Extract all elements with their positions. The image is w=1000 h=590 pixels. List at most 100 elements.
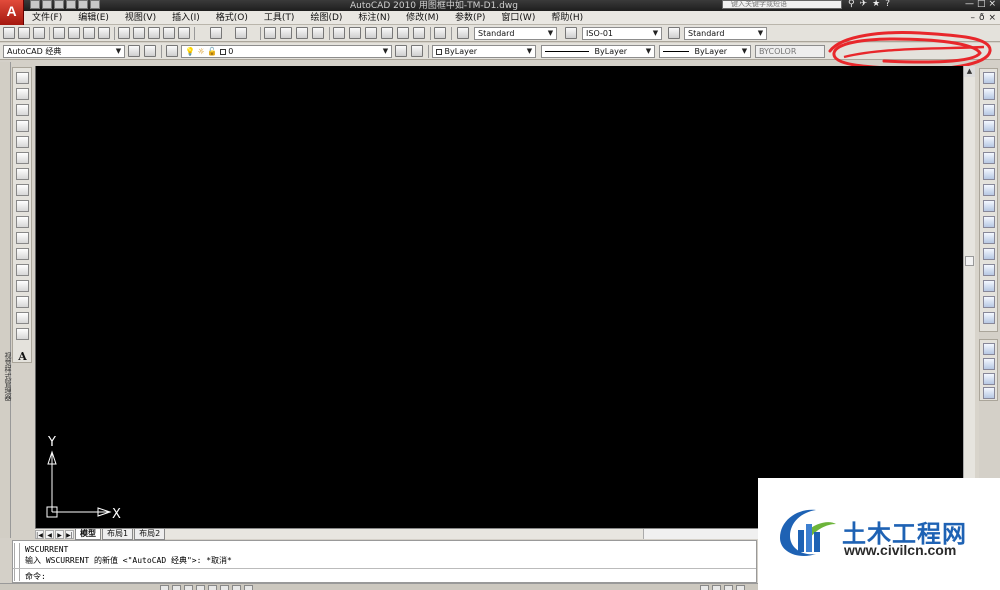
trim-icon[interactable] (983, 216, 995, 228)
dynamic-input-icon[interactable] (232, 585, 241, 590)
extend-icon[interactable] (983, 232, 995, 244)
plot-preview-icon[interactable] (68, 27, 80, 39)
doc-restore-button[interactable]: ð (979, 13, 985, 23)
point-icon[interactable] (16, 280, 29, 292)
zoom-status-icon[interactable] (736, 585, 745, 590)
menu-window[interactable]: 窗口(W) (493, 11, 543, 24)
join-icon[interactable] (983, 280, 995, 292)
copy-icon[interactable] (133, 27, 145, 39)
dimension-style-select[interactable]: ISO-01 ▼ (582, 27, 662, 40)
table-style-icon[interactable] (668, 27, 680, 39)
help-search-input[interactable]: 键入关键字或短语 (722, 0, 842, 9)
gradient-icon[interactable] (16, 312, 29, 324)
pan-status-icon[interactable] (724, 585, 733, 590)
chamfer-icon[interactable] (983, 296, 995, 308)
offset-icon[interactable] (983, 120, 995, 132)
new-file-icon[interactable] (30, 0, 40, 9)
grid-display-icon[interactable] (172, 585, 181, 590)
menu-tools[interactable]: 工具(T) (256, 11, 303, 24)
design-center-icon[interactable] (349, 27, 361, 39)
line-icon[interactable] (16, 72, 29, 84)
redo-icon[interactable] (78, 0, 88, 9)
region-icon[interactable] (16, 328, 29, 340)
move-icon[interactable] (983, 152, 995, 164)
circle-icon[interactable] (16, 168, 29, 180)
3d-dwf-icon[interactable] (98, 27, 110, 39)
help-icon[interactable]: ? (885, 0, 890, 9)
menu-insert[interactable]: 插入(I) (164, 11, 208, 24)
close-button[interactable]: × (988, 0, 996, 9)
lineweight-toggle-icon[interactable] (244, 585, 253, 590)
prev-tab-icon[interactable]: ◀ (45, 529, 54, 539)
match-properties-icon[interactable] (163, 27, 175, 39)
fillet-icon[interactable] (983, 312, 995, 324)
save-icon[interactable] (54, 0, 64, 9)
block-editor-icon[interactable] (178, 27, 190, 39)
open-icon[interactable] (18, 27, 30, 39)
visual-styles-manager-label[interactable]: 视觉样式管理器 (0, 352, 12, 401)
model-space-icon[interactable] (700, 585, 709, 590)
zoom-previous-icon[interactable] (312, 27, 324, 39)
workspace-select[interactable]: AutoCAD 经典 ▼ (3, 45, 125, 58)
undo-icon[interactable] (210, 27, 222, 39)
maximize-button[interactable]: □ (977, 0, 986, 9)
scroll-up-icon[interactable]: ▲ (964, 66, 975, 77)
application-menu-button[interactable]: A (0, 0, 24, 26)
menu-file[interactable]: 文件(F) (24, 11, 70, 24)
next-tab-icon[interactable]: ▶ (55, 529, 64, 539)
menu-format[interactable]: 格式(O) (208, 11, 256, 24)
bring-to-front-icon[interactable] (983, 343, 995, 355)
tab-layout1[interactable]: 布局1 (102, 528, 134, 540)
pan-icon[interactable] (264, 27, 276, 39)
ellipse-icon[interactable] (16, 216, 29, 228)
construction-line-icon[interactable] (16, 88, 29, 100)
menu-edit[interactable]: 编辑(E) (70, 11, 117, 24)
linetype-select[interactable]: ByLayer ▼ (541, 45, 655, 58)
ellipse-arc-icon[interactable] (16, 232, 29, 244)
menu-dimension[interactable]: 标注(N) (350, 11, 398, 24)
copy-object-icon[interactable] (983, 88, 995, 100)
last-tab-icon[interactable]: ▶| (65, 529, 74, 539)
plot-icon[interactable] (90, 0, 100, 9)
tab-model[interactable]: 模型 (75, 528, 101, 540)
markup-icon[interactable] (397, 27, 409, 39)
text-style-select[interactable]: Standard ▼ (474, 27, 557, 40)
menu-modify[interactable]: 修改(M) (398, 11, 447, 24)
doc-close-button[interactable]: × (988, 13, 996, 23)
scroll-thumb[interactable] (965, 256, 974, 266)
hatch-icon[interactable] (16, 296, 29, 308)
open-file-icon[interactable] (42, 0, 52, 9)
doc-minimize-button[interactable]: – (970, 13, 975, 23)
color-select[interactable]: ByLayer ▼ (432, 45, 536, 58)
drawing-canvas[interactable]: Y X (35, 66, 963, 528)
layer-properties-icon[interactable] (166, 45, 178, 57)
menu-view[interactable]: 视图(V) (117, 11, 164, 24)
menu-draw[interactable]: 绘图(D) (302, 11, 350, 24)
menu-help[interactable]: 帮助(H) (543, 11, 591, 24)
object-snap-icon[interactable] (208, 585, 217, 590)
array-icon[interactable] (983, 136, 995, 148)
quick-view-icon[interactable] (712, 585, 721, 590)
rotate-icon[interactable] (983, 168, 995, 180)
send-to-back-icon[interactable] (983, 358, 995, 370)
command-window-grip[interactable] (14, 543, 20, 581)
tool-palettes-icon[interactable] (365, 27, 377, 39)
insert-block-icon[interactable] (16, 248, 29, 260)
arc-icon[interactable] (16, 152, 29, 164)
ortho-mode-icon[interactable] (184, 585, 193, 590)
first-tab-icon[interactable]: |◀ (35, 529, 44, 539)
object-snap-tracking-icon[interactable] (220, 585, 229, 590)
minimize-button[interactable]: — (965, 0, 974, 9)
spline-icon[interactable] (16, 200, 29, 212)
make-current-layer-icon[interactable] (395, 45, 407, 57)
layer-manager-icon[interactable] (144, 45, 156, 57)
binoculars-icon[interactable]: ⚲ (848, 0, 855, 9)
polygon-icon[interactable] (16, 120, 29, 132)
lineweight-select[interactable]: ByLayer ▼ (659, 45, 751, 58)
break-icon[interactable] (983, 264, 995, 276)
quickcalc-icon[interactable] (413, 27, 425, 39)
zoom-window-icon[interactable] (296, 27, 308, 39)
revision-cloud-icon[interactable] (16, 184, 29, 196)
bring-above-icon[interactable] (983, 373, 995, 385)
layer-previous-icon[interactable] (411, 45, 423, 57)
